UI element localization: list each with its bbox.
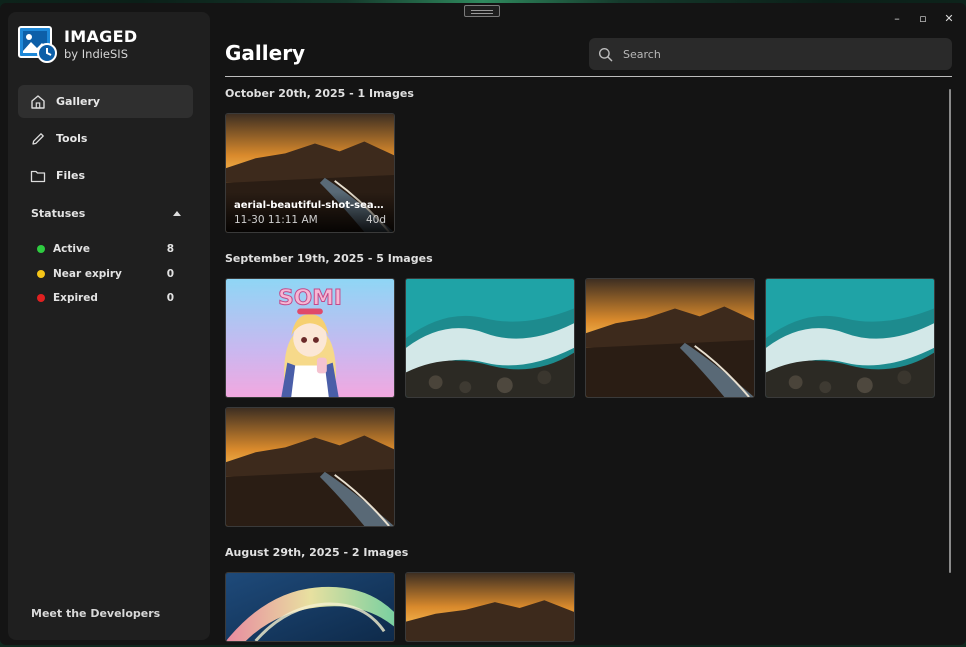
image-name: aerial-beautiful-shot-seash... xyxy=(234,200,386,211)
maximize-button[interactable]: ▫ xyxy=(916,11,930,25)
gallery-image[interactable] xyxy=(405,278,575,398)
app-title: IMAGED xyxy=(64,27,138,46)
red-dot-icon xyxy=(37,294,45,303)
status-label: Expired xyxy=(53,292,98,305)
beach-image xyxy=(586,279,754,397)
abstract-image xyxy=(226,573,394,641)
gallery-scrollbar[interactable] xyxy=(949,89,951,573)
page-title: Gallery xyxy=(225,41,306,65)
search-icon xyxy=(598,47,613,61)
gallery-image[interactable]: aerial-beautiful-shot-seash... 11-30 11:… xyxy=(225,113,395,233)
nav-item-label: Gallery xyxy=(56,95,101,108)
image-timestamp: 11-30 11:11 AM xyxy=(234,214,318,226)
gallery-image[interactable] xyxy=(405,572,575,642)
status-count: 0 xyxy=(166,267,174,280)
close-button[interactable]: ✕ xyxy=(942,11,956,25)
home-icon xyxy=(31,94,45,109)
nav-item-gallery[interactable]: Gallery xyxy=(18,85,193,118)
section-title: September 19th, 2025 - 5 Images xyxy=(225,252,433,265)
green-dot-icon xyxy=(37,245,45,254)
brand: IMAGED by IndieSIS xyxy=(18,24,137,64)
nav-item-files[interactable]: Files xyxy=(18,159,193,192)
section-title: October 20th, 2025 - 1 Images xyxy=(225,87,414,100)
statuses-title: Statuses xyxy=(31,207,86,220)
folder-icon xyxy=(30,170,46,182)
status-count: 8 xyxy=(166,243,174,256)
search-bar xyxy=(589,38,952,70)
image-expiry: 40d xyxy=(365,214,386,226)
minimize-button[interactable]: – xyxy=(890,11,904,25)
meet-developers-link[interactable]: Meet the Developers xyxy=(31,607,160,620)
section-title: August 29th, 2025 - 2 Images xyxy=(225,546,409,559)
status-label: Active xyxy=(53,243,90,256)
gallery-image[interactable] xyxy=(225,572,395,642)
statuses-toggle[interactable]: Statuses xyxy=(31,207,183,220)
pencil-icon xyxy=(32,132,44,145)
gallery-image[interactable] xyxy=(225,407,395,527)
nav-item-label: Files xyxy=(56,169,86,182)
app-logo-icon xyxy=(18,24,58,64)
status-count: 0 xyxy=(166,292,174,305)
svg-text:SOMI: SOMI xyxy=(278,286,342,311)
image-caption: aerial-beautiful-shot-seash... 11-30 11:… xyxy=(226,192,394,232)
search-input[interactable] xyxy=(623,47,923,61)
gallery-image[interactable]: SOMI xyxy=(225,278,395,398)
window-controls: – ▫ ✕ xyxy=(890,11,956,25)
waves-image xyxy=(406,279,574,397)
status-active[interactable]: Active 8 xyxy=(37,237,174,262)
status-near-expiry[interactable]: Near expiry 0 xyxy=(37,262,174,287)
drag-handle[interactable] xyxy=(464,5,500,17)
gallery-image[interactable] xyxy=(585,278,755,398)
status-expired[interactable]: Expired 0 xyxy=(37,286,174,311)
caret-up-icon xyxy=(173,211,181,216)
app-subtitle: by IndieSIS xyxy=(64,47,129,61)
header-divider xyxy=(225,76,952,77)
sidebar: IMAGED by IndieSIS Gallery Tools Files S… xyxy=(8,12,210,640)
yellow-dot-icon xyxy=(37,269,45,278)
beach-image xyxy=(226,408,394,526)
beach-image xyxy=(406,573,574,641)
nav-menu: Gallery Tools Files xyxy=(18,85,193,196)
app-window: – ▫ ✕ IMAGED by IndieSIS Gallery Tools F… xyxy=(0,3,966,645)
anime-image: SOMI xyxy=(226,279,394,397)
waves-image xyxy=(766,279,934,397)
nav-item-tools[interactable]: Tools xyxy=(18,122,193,155)
status-label: Near expiry xyxy=(53,267,122,280)
nav-item-label: Tools xyxy=(56,132,88,145)
status-list: Active 8 Near expiry 0 Expired 0 xyxy=(37,237,174,311)
gallery-image[interactable] xyxy=(765,278,935,398)
